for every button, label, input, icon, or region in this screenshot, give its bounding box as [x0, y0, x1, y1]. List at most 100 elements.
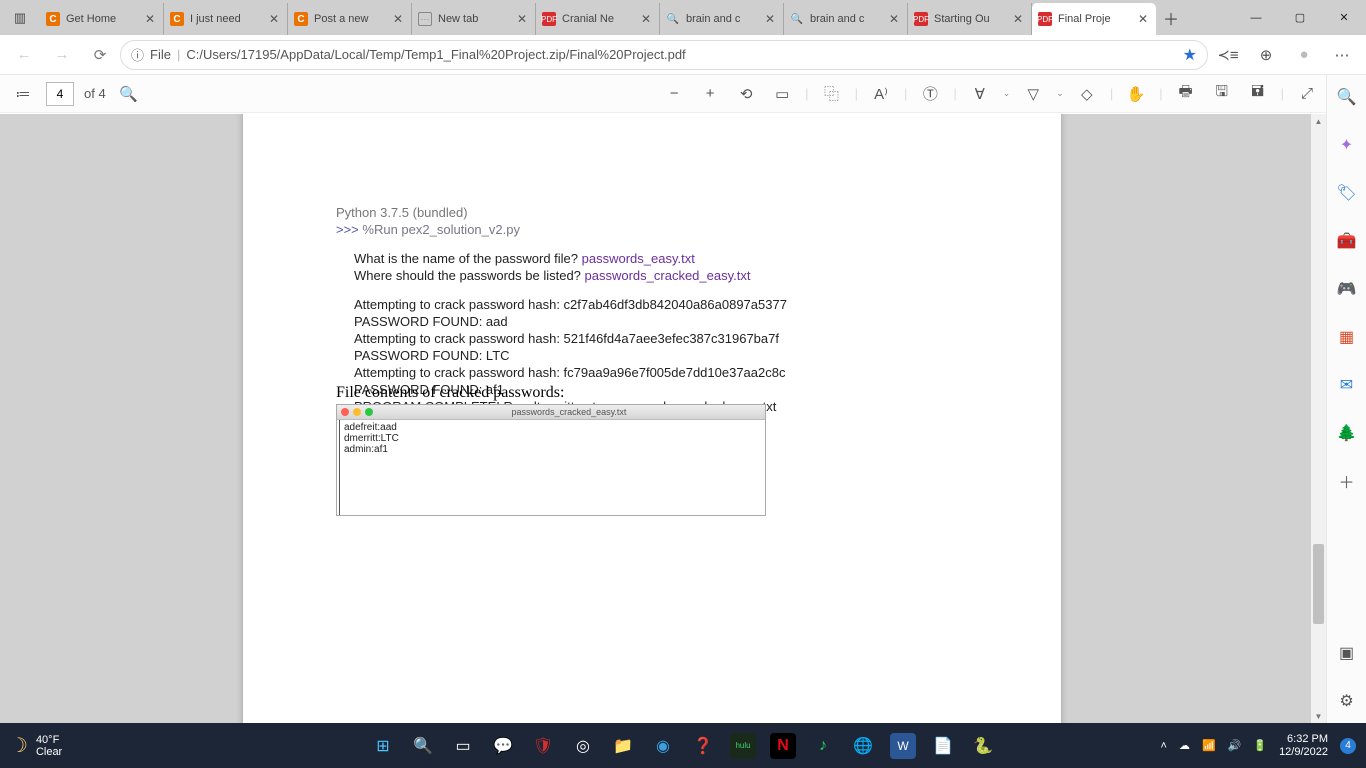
- python-icon[interactable]: 🐍: [970, 733, 996, 759]
- address-bar[interactable]: ⓘ File | C:/Users/17195/AppData/Local/Te…: [120, 40, 1208, 70]
- tray-chevron-icon[interactable]: ˄: [1161, 740, 1167, 752]
- pdf-viewer[interactable]: Python 3.7.5 (bundled) >>> %Run pex2_sol…: [0, 114, 1326, 723]
- scrollbar-thumb[interactable]: [1313, 544, 1324, 624]
- taskbar[interactable]: ☽ 40°F Clear ⊞ 🔍 ▭ 💬 🛡 ◎ 📁 ◉ ❓ hulu N ♪ …: [0, 723, 1366, 768]
- add-text-button[interactable]: Ⓣ: [917, 81, 943, 107]
- start-button[interactable]: ⊞: [370, 733, 396, 759]
- close-icon[interactable]: ✕: [515, 12, 529, 26]
- tab[interactable]: PDFStarting Ou✕: [908, 3, 1032, 35]
- scroll-down-icon[interactable]: ▼: [1311, 709, 1326, 723]
- favorite-star-icon[interactable]: ★: [1183, 45, 1197, 65]
- read-aloud-button[interactable]: A⁾: [868, 81, 894, 107]
- find-button[interactable]: 🔍: [116, 81, 142, 107]
- notification-badge[interactable]: 4: [1340, 738, 1356, 754]
- new-tab-button[interactable]: ＋: [1156, 0, 1186, 35]
- close-icon[interactable]: ✕: [639, 12, 653, 26]
- menu-button[interactable]: ⋯: [1324, 46, 1360, 64]
- search-sidebar-icon[interactable]: 🔍: [1335, 85, 1359, 109]
- print-button[interactable]: 🖶: [1173, 81, 1199, 107]
- highlight-button[interactable]: ▽: [1020, 81, 1046, 107]
- tab[interactable]: CPost a new✕: [288, 3, 412, 35]
- chevron-down-icon[interactable]: ⌄: [1003, 88, 1011, 99]
- page-number-input[interactable]: [46, 82, 74, 106]
- tree-icon[interactable]: 🌲: [1335, 421, 1359, 445]
- terminal-line: Attempting to crack password hash: 521f4…: [354, 330, 976, 347]
- outlook-icon[interactable]: ✉: [1335, 373, 1359, 397]
- tab[interactable]: CI just need✕: [164, 3, 288, 35]
- wifi-icon[interactable]: 📶: [1202, 739, 1216, 752]
- zoom-out-button[interactable]: −: [661, 81, 687, 107]
- vertical-scrollbar[interactable]: ▲ ▼: [1311, 114, 1326, 723]
- tab[interactable]: 🔍brain and c✕: [660, 3, 784, 35]
- tab-actions-button[interactable]: ▥: [4, 3, 36, 33]
- tools-icon[interactable]: 🧰: [1335, 229, 1359, 253]
- close-window-button[interactable]: ✕: [1322, 0, 1366, 35]
- explorer-icon[interactable]: 📁: [610, 733, 636, 759]
- spotify-icon[interactable]: ♪: [810, 733, 836, 759]
- sparkle-icon[interactable]: ✦: [1335, 133, 1359, 157]
- terminal-line: PASSWORD FOUND: aad: [354, 313, 976, 330]
- erase-button[interactable]: ◇: [1074, 81, 1100, 107]
- fullscreen-button[interactable]: ⤢: [1294, 81, 1320, 107]
- hand-tool-button[interactable]: ✋: [1123, 81, 1149, 107]
- chevron-down-icon[interactable]: ⌄: [1056, 88, 1064, 99]
- sidebar-settings-icon[interactable]: ⚙: [1335, 689, 1359, 713]
- clock[interactable]: 6:32 PM 12/9/2022: [1279, 733, 1328, 759]
- collections-button[interactable]: ⊕: [1248, 46, 1284, 64]
- notepad-icon[interactable]: 📄: [930, 733, 956, 759]
- profile-button[interactable]: ●: [1286, 46, 1322, 63]
- collapse-sidebar-icon[interactable]: ▣: [1335, 641, 1359, 665]
- contents-button[interactable]: ≔: [10, 81, 36, 107]
- office-icon[interactable]: ▦: [1335, 325, 1359, 349]
- save-button[interactable]: 🖫: [1209, 81, 1235, 107]
- clock-time: 6:32 PM: [1279, 733, 1328, 746]
- refresh-button[interactable]: ⟳: [82, 39, 118, 71]
- task-view-button[interactable]: ▭: [450, 733, 476, 759]
- tab[interactable]: 🔍brain and c✕: [784, 3, 908, 35]
- chat-icon[interactable]: 💬: [490, 733, 516, 759]
- close-icon[interactable]: ✕: [1136, 12, 1150, 26]
- tab-active[interactable]: PDFFinal Proje✕: [1032, 3, 1156, 35]
- close-icon[interactable]: ✕: [143, 12, 157, 26]
- minimize-button[interactable]: —: [1234, 0, 1278, 35]
- onedrive-icon[interactable]: ☁: [1179, 739, 1190, 752]
- games-icon[interactable]: 🎮: [1335, 277, 1359, 301]
- zoom-in-button[interactable]: +: [697, 81, 723, 107]
- app-icon[interactable]: ◎: [570, 733, 596, 759]
- tab-title: Cranial Ne: [562, 13, 633, 25]
- close-icon[interactable]: ✕: [763, 12, 777, 26]
- draw-button[interactable]: ∀: [967, 81, 993, 107]
- chegg-icon: C: [294, 12, 308, 26]
- close-icon[interactable]: ✕: [1011, 12, 1025, 26]
- word-icon[interactable]: W: [890, 733, 916, 759]
- battery-icon[interactable]: 🔋: [1253, 739, 1267, 752]
- chrome-icon[interactable]: 🌐: [850, 733, 876, 759]
- rotate-button[interactable]: ⟲: [733, 81, 759, 107]
- search-button[interactable]: 🔍: [410, 733, 436, 759]
- netflix-icon[interactable]: N: [770, 733, 796, 759]
- close-icon[interactable]: ✕: [887, 12, 901, 26]
- info-icon[interactable]: ⓘ: [131, 45, 144, 64]
- back-button[interactable]: ←: [6, 39, 42, 71]
- address-row: ← → ⟳ ⓘ File | C:/Users/17195/AppData/Lo…: [0, 35, 1366, 75]
- tab[interactable]: CGet Home✕: [40, 3, 164, 35]
- close-icon[interactable]: ✕: [391, 12, 405, 26]
- maximize-button[interactable]: ▢: [1278, 0, 1322, 35]
- scroll-up-icon[interactable]: ▲: [1311, 114, 1326, 128]
- edge-app-icon[interactable]: ◉: [650, 733, 676, 759]
- shopping-tag-icon[interactable]: 🏷: [1335, 181, 1359, 205]
- add-sidebar-icon[interactable]: ＋: [1335, 469, 1359, 493]
- fit-page-button[interactable]: ▭: [769, 81, 795, 107]
- favorites-button[interactable]: ≺≡: [1210, 46, 1246, 64]
- volume-icon[interactable]: 🔊: [1228, 739, 1242, 752]
- tab[interactable]: ⋯New tab✕: [412, 3, 536, 35]
- close-icon[interactable]: ✕: [267, 12, 281, 26]
- page-view-button[interactable]: ⿻: [819, 81, 845, 107]
- weather-widget[interactable]: ☽ 40°F Clear: [10, 733, 62, 758]
- window-titlebar: ▥ CGet Home✕ CI just need✕ CPost a new✕ …: [0, 0, 1366, 35]
- help-icon[interactable]: ❓: [690, 733, 716, 759]
- tab[interactable]: PDFCranial Ne✕: [536, 3, 660, 35]
- hulu-icon[interactable]: hulu: [730, 733, 756, 759]
- save-as-button[interactable]: 🖬: [1245, 81, 1271, 107]
- mcafee-icon[interactable]: 🛡: [530, 733, 556, 759]
